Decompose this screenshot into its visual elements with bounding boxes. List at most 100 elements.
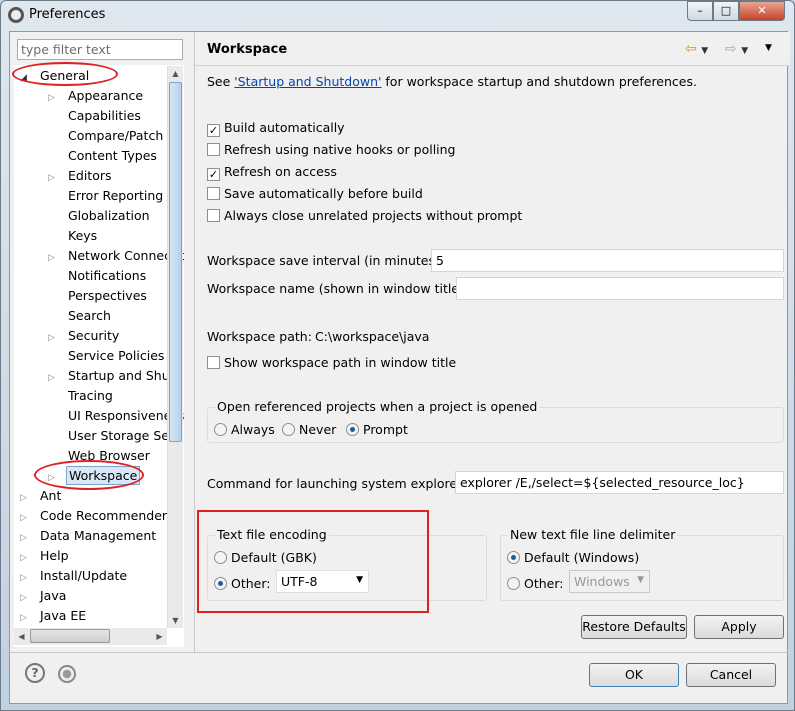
preference-page: Workspace ⇦ ▼ ⇨ ▼ ▼ See 'Startup and Shu… xyxy=(194,32,790,652)
tree-item[interactable]: ▷ Appearance xyxy=(48,86,145,106)
tree-item-label: Notifications xyxy=(68,268,147,283)
tree-item[interactable]: ▷ Startup and Shutd xyxy=(48,366,184,386)
close-button[interactable]: ✕ xyxy=(739,1,785,21)
tree-item[interactable]: ▷ Help xyxy=(20,546,71,566)
filter-input[interactable]: type filter text xyxy=(17,39,183,60)
tree-item-label: Compare/Patch xyxy=(68,128,164,143)
checkbox-icon[interactable]: ✓ xyxy=(207,124,220,137)
tree-item[interactable]: Content Types xyxy=(48,146,159,166)
tree-item[interactable]: ▷ Security xyxy=(48,326,121,346)
scroll-right-icon[interactable]: ▶ xyxy=(152,629,167,644)
collapsed-triangle-icon[interactable]: ▷ xyxy=(20,588,32,608)
radio-icon[interactable] xyxy=(507,551,520,564)
tree-item[interactable]: Tracing xyxy=(48,386,115,406)
show-path-checkbox[interactable]: Show workspace path in window title xyxy=(207,355,456,370)
minimize-button[interactable]: – xyxy=(687,1,713,21)
forward-arrow-icon[interactable]: ⇨ ▼ xyxy=(725,41,748,57)
radio-label: Prompt xyxy=(363,422,408,437)
collapsed-triangle-icon[interactable]: ▷ xyxy=(48,88,60,108)
chevron-down-icon[interactable]: ▼ xyxy=(637,575,644,585)
collapsed-triangle-icon[interactable]: ▷ xyxy=(20,548,32,568)
tree-item[interactable]: ▷ Data Management xyxy=(20,526,158,546)
checkbox-option[interactable]: Always close unrelated projects without … xyxy=(207,208,522,223)
checkbox-icon[interactable] xyxy=(207,209,220,222)
checkbox-option[interactable]: ✓ Refresh on access xyxy=(207,164,337,181)
hscroll-thumb[interactable] xyxy=(30,629,110,643)
tree-item-label: Globalization xyxy=(68,208,150,223)
preference-tree: ◢ General ▷ Appearance Capabilities Compare/P… xyxy=(14,65,184,647)
startup-shutdown-link[interactable]: 'Startup and Shutdown' xyxy=(234,74,381,89)
collapsed-triangle-icon[interactable]: ▷ xyxy=(48,248,60,268)
collapsed-triangle-icon[interactable]: ▷ xyxy=(48,328,60,348)
checkbox-icon[interactable] xyxy=(207,143,220,156)
collapsed-triangle-icon[interactable]: ▷ xyxy=(20,508,32,528)
tree-item[interactable]: ▷ Install/Update xyxy=(20,566,129,586)
tree-item[interactable]: ▷ Editors xyxy=(48,166,114,186)
tree-item[interactable]: User Storage Serv xyxy=(48,426,184,446)
workspace-name-input[interactable] xyxy=(456,277,784,300)
tree-item-label: Code Recommenders xyxy=(40,508,174,523)
open-referenced-label: Open referenced projects when a project … xyxy=(215,399,540,414)
radio-icon[interactable] xyxy=(214,423,227,436)
scroll-down-icon[interactable]: ▼ xyxy=(168,613,183,628)
tree-item[interactable]: Notifications xyxy=(48,266,148,286)
collapsed-triangle-icon[interactable]: ▷ xyxy=(48,368,60,388)
open-ref-radio-always[interactable]: Always xyxy=(214,422,275,437)
open-ref-radio-prompt[interactable]: Prompt xyxy=(346,422,408,437)
help-icon[interactable]: ? xyxy=(25,663,45,683)
checkbox-option[interactable]: ✓ Build automatically xyxy=(207,120,345,137)
ok-button[interactable]: OK xyxy=(589,663,679,687)
delimiter-select[interactable]: Windows ▼ xyxy=(569,570,650,593)
restore-defaults-button[interactable]: Restore Defaults xyxy=(581,615,687,639)
checkbox-option[interactable]: Save automatically before build xyxy=(207,186,423,201)
tree-item-label: Java EE xyxy=(40,608,87,623)
delimiter-default-radio[interactable]: Default (Windows) xyxy=(507,550,639,565)
collapsed-triangle-icon[interactable]: ▷ xyxy=(20,528,32,548)
save-interval-input[interactable]: 5 xyxy=(431,249,784,272)
vertical-scrollbar[interactable]: ▲ ▼ xyxy=(167,66,183,628)
scroll-thumb[interactable] xyxy=(169,82,182,442)
back-arrow-icon[interactable]: ⇦ ▼ xyxy=(685,41,708,57)
tree-item[interactable]: Compare/Patch xyxy=(48,126,165,146)
tree-item[interactable]: Perspectives xyxy=(48,286,149,306)
checkbox-icon[interactable] xyxy=(207,187,220,200)
tree-item[interactable]: Service Policies xyxy=(48,346,166,366)
tree-item-label: Editors xyxy=(68,168,112,183)
radio-icon[interactable] xyxy=(346,423,359,436)
checkbox-label: Refresh on access xyxy=(224,164,337,179)
explorer-command-input[interactable]: explorer /E,/select=${selected_resource_… xyxy=(455,471,784,494)
radio-icon[interactable] xyxy=(282,423,295,436)
checkbox-option[interactable]: Refresh using native hooks or polling xyxy=(207,142,456,157)
tree-item[interactable]: ▷ Ant xyxy=(20,486,63,506)
delimiter-other-radio[interactable]: Other: xyxy=(507,576,563,591)
collapsed-triangle-icon[interactable]: ▷ xyxy=(20,608,32,628)
cancel-button[interactable]: Cancel xyxy=(686,663,776,687)
record-icon[interactable] xyxy=(58,665,76,683)
radio-icon[interactable] xyxy=(507,577,520,590)
tree-item[interactable]: Keys xyxy=(48,226,99,246)
maximize-button[interactable]: □ xyxy=(713,1,739,21)
view-menu-icon[interactable]: ▼ xyxy=(765,43,772,53)
tree-item[interactable]: Globalization xyxy=(48,206,152,226)
tree-item[interactable]: ▷ Network Connectio xyxy=(48,246,184,266)
tree-item[interactable]: ▷ Java EE xyxy=(20,606,88,626)
open-ref-radio-never[interactable]: Never xyxy=(282,422,336,437)
collapsed-triangle-icon[interactable]: ▷ xyxy=(20,568,32,588)
collapsed-triangle-icon[interactable]: ▷ xyxy=(48,168,60,188)
tree-item-label: Content Types xyxy=(68,148,157,163)
tree-item[interactable]: Error Reporting xyxy=(48,186,165,206)
scroll-left-icon[interactable]: ◀ xyxy=(14,629,29,644)
tree-item[interactable]: Capabilities xyxy=(48,106,143,126)
workspace-path-label: Workspace path: xyxy=(207,329,312,344)
checkbox-icon[interactable] xyxy=(207,356,220,369)
tree-item[interactable]: UI Responsiveness xyxy=(48,406,184,426)
explorer-label: Command for launching system explorer: xyxy=(207,476,467,491)
horizontal-scrollbar[interactable]: ◀ ▶ xyxy=(14,628,167,645)
scroll-up-icon[interactable]: ▲ xyxy=(168,66,183,81)
checkbox-icon[interactable]: ✓ xyxy=(207,168,220,181)
apply-button[interactable]: Apply xyxy=(694,615,784,639)
collapsed-triangle-icon[interactable]: ▷ xyxy=(20,488,32,508)
tree-item[interactable]: Search xyxy=(48,306,113,326)
tree-item[interactable]: ▷ Java xyxy=(20,586,68,606)
tree-item[interactable]: ▷ Code Recommenders xyxy=(20,506,176,526)
